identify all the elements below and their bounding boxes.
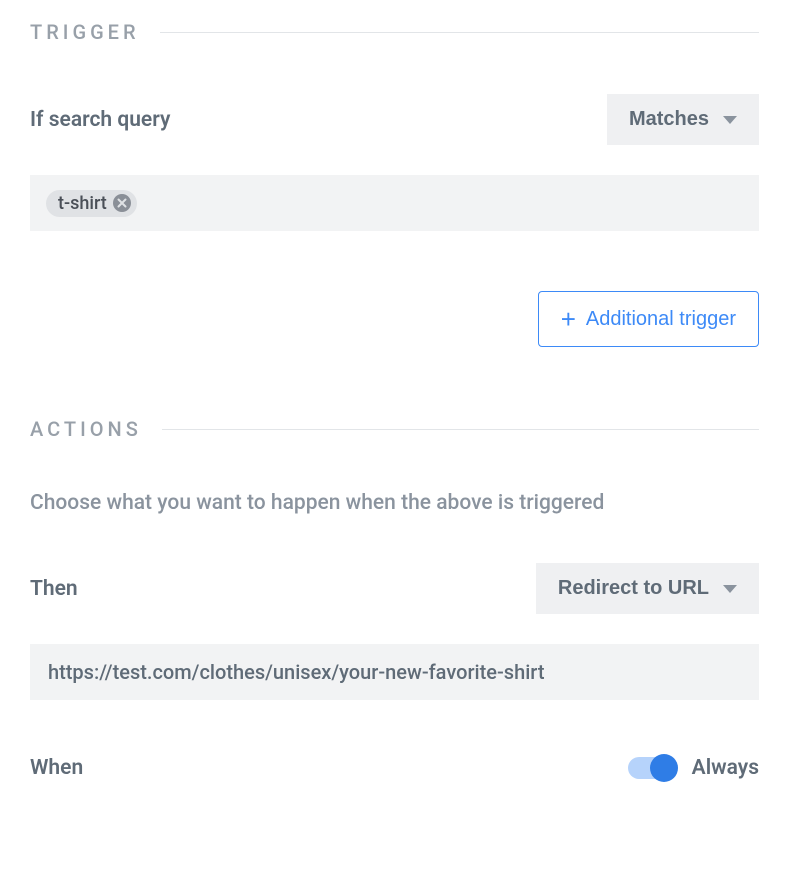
- additional-trigger-label: Additional trigger: [586, 308, 736, 331]
- then-dropdown[interactable]: Redirect to URL: [536, 563, 759, 614]
- tag-remove-button[interactable]: [113, 194, 131, 212]
- if-search-query-label: If search query: [30, 108, 170, 132]
- actions-description: Choose what you want to happen when the …: [30, 491, 759, 515]
- additional-trigger-row: + Additional trigger: [30, 291, 759, 347]
- additional-trigger-button[interactable]: + Additional trigger: [538, 291, 759, 347]
- then-row: Then Redirect to URL: [30, 563, 759, 614]
- actions-section-header: ACTIONS: [30, 417, 759, 441]
- when-label: When: [30, 756, 83, 780]
- toggle-knob: [650, 754, 678, 782]
- when-toggle-label: Always: [692, 756, 759, 780]
- condition-dropdown[interactable]: Matches: [607, 94, 759, 145]
- condition-dropdown-value: Matches: [629, 108, 709, 131]
- then-label: Then: [30, 577, 78, 601]
- divider-line: [160, 32, 759, 33]
- plus-icon: +: [561, 306, 576, 332]
- search-query-tag-input[interactable]: t-shirt: [30, 175, 759, 231]
- actions-section-label: ACTIONS: [30, 417, 142, 441]
- when-toggle-group: Always: [628, 756, 759, 780]
- query-tag: t-shirt: [46, 190, 137, 217]
- then-dropdown-value: Redirect to URL: [558, 577, 709, 600]
- divider-line: [162, 429, 759, 430]
- when-row: When Always: [30, 756, 759, 780]
- redirect-url-input[interactable]: [30, 644, 759, 700]
- close-icon: [117, 198, 127, 208]
- chevron-down-icon: [723, 585, 737, 593]
- chevron-down-icon: [723, 116, 737, 124]
- when-toggle[interactable]: [628, 757, 676, 779]
- trigger-section-label: TRIGGER: [30, 20, 140, 44]
- trigger-section-header: TRIGGER: [30, 20, 759, 44]
- trigger-condition-row: If search query Matches: [30, 94, 759, 145]
- query-tag-label: t-shirt: [58, 193, 107, 214]
